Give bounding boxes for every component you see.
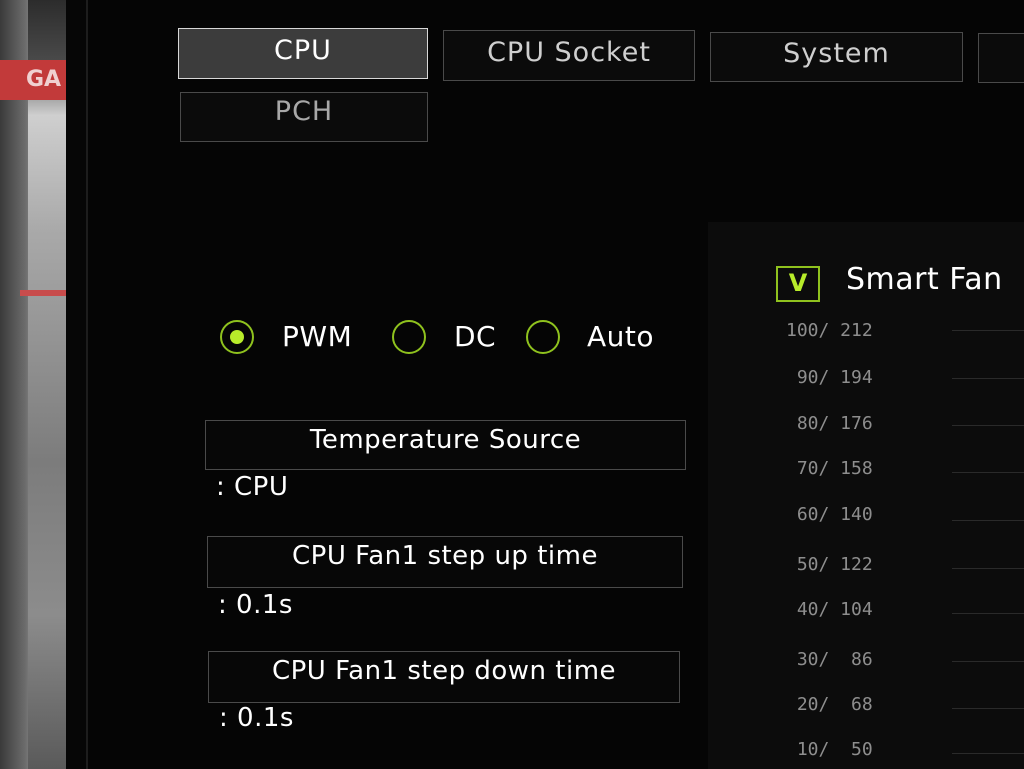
tab-partial[interactable] [978, 33, 1024, 83]
brand-logo-fragment: GA [0, 60, 66, 100]
radio-selected-dot [230, 330, 244, 344]
fan-curve-y-label: 60/ 140 [786, 504, 873, 525]
radio-ring [392, 320, 426, 354]
smart-fan-title: Smart Fan [846, 262, 1003, 297]
tab-system[interactable]: System [710, 32, 963, 82]
step-up-time-value: : 0.1s [218, 590, 293, 620]
smart-fan-checkbox[interactable]: V [776, 266, 820, 302]
radio-pwm[interactable] [218, 318, 258, 358]
temperature-source-button[interactable]: Temperature Source [205, 420, 686, 470]
left-edge-accent [20, 290, 68, 296]
fan-curve-grid-line [952, 661, 1024, 662]
fan-curve-y-label: 50/ 122 [786, 554, 873, 575]
fan-curve-grid-line [952, 425, 1024, 426]
fan-curve-y-label: 80/ 176 [786, 413, 873, 434]
radio-pwm-label: PWM [282, 320, 353, 353]
fan-curve-grid-line [952, 472, 1024, 473]
radio-auto-label: Auto [587, 320, 655, 353]
temperature-source-value: : CPU [216, 472, 289, 502]
fan-curve-grid-line [952, 708, 1024, 709]
tab-cpu-socket[interactable]: CPU Socket [443, 30, 695, 81]
fan-curve-grid-line [952, 520, 1024, 521]
fan-curve-y-label: 40/ 104 [786, 599, 873, 620]
fan-curve-grid-line [952, 568, 1024, 569]
fan-curve-y-label: 90/ 194 [786, 367, 873, 388]
fan-curve-y-label: 70/ 158 [786, 458, 873, 479]
step-up-time-button[interactable]: CPU Fan1 step up time [207, 536, 683, 588]
fan-curve-grid-line [952, 330, 1024, 331]
fan-curve-y-label: 20/ 68 [786, 694, 873, 715]
fan-curve-grid-line [952, 613, 1024, 614]
tab-cpu[interactable]: CPU [178, 28, 428, 79]
fan-curve-grid-line [952, 378, 1024, 379]
radio-dc[interactable] [390, 318, 430, 358]
fan-curve-y-label: 30/ 86 [786, 649, 873, 670]
left-edge-shadow [66, 0, 86, 769]
step-down-time-value: : 0.1s [219, 703, 294, 733]
left-edge-strip: GA [0, 0, 86, 769]
radio-dc-label: DC [454, 320, 497, 353]
vertical-divider [86, 0, 88, 769]
radio-auto[interactable] [524, 318, 564, 358]
smart-fan-panel [708, 222, 1024, 769]
fan-curve-grid-line [952, 753, 1024, 754]
fan-curve-y-label: 10/ 50 [786, 739, 873, 760]
radio-ring [526, 320, 560, 354]
tab-pch[interactable]: PCH [180, 92, 428, 142]
step-down-time-button[interactable]: CPU Fan1 step down time [208, 651, 680, 703]
fan-curve-y-label: 100/ 212 [786, 320, 873, 341]
